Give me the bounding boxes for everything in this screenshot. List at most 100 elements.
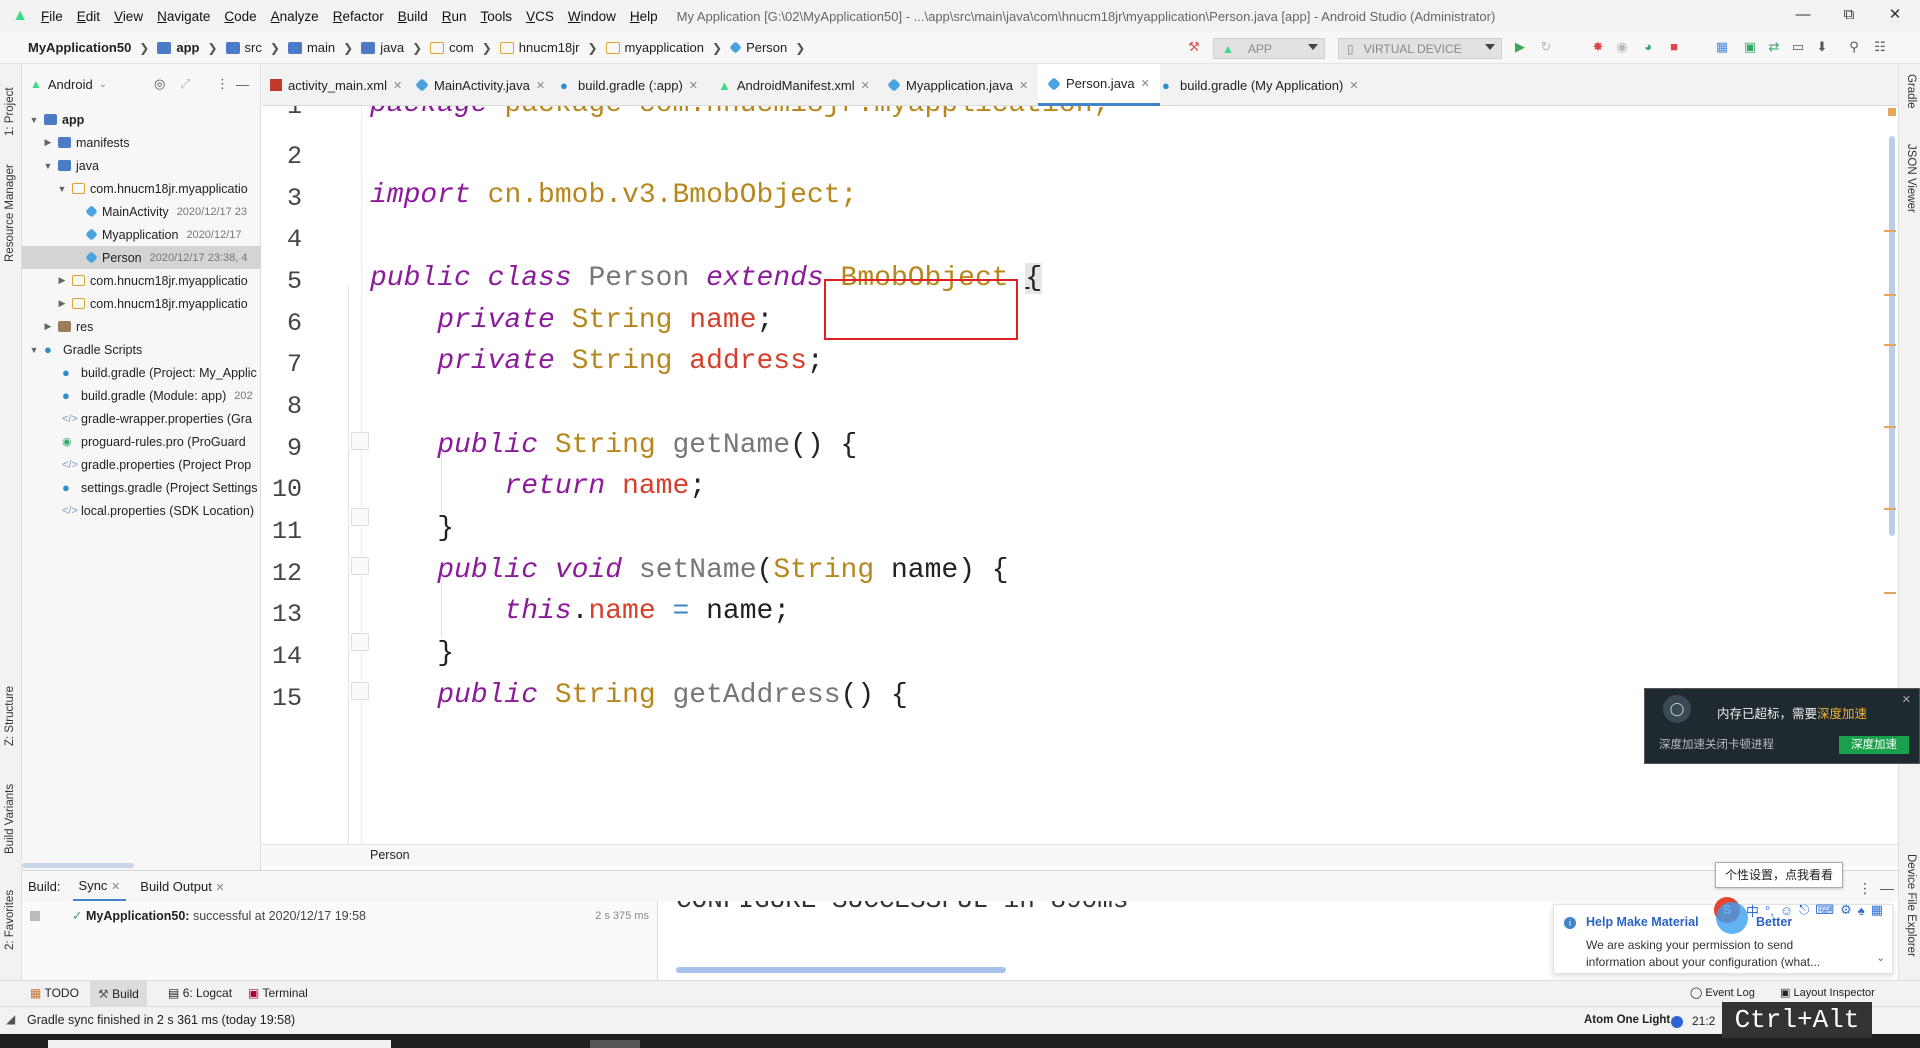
close-icon[interactable]: ✕ bbox=[1902, 693, 1911, 706]
fold-marker-icon[interactable] bbox=[351, 508, 369, 526]
breadcrumb-src[interactable]: src ❯ bbox=[218, 40, 280, 55]
status-message[interactable]: Gradle sync finished in 2 s 361 ms (toda… bbox=[27, 1013, 295, 1027]
minimize-icon[interactable]: — bbox=[1780, 0, 1826, 32]
tree-item-gradle-properties[interactable]: </> gradle.properties (Project Prop bbox=[22, 453, 261, 476]
tree-item-proguard[interactable]: ◉ proguard-rules.pro (ProGuard bbox=[22, 430, 261, 453]
close-tab-icon[interactable]: ✕ bbox=[215, 882, 224, 894]
menu-grid-icon[interactable]: ☷ bbox=[1872, 39, 1888, 55]
close-tab-icon[interactable]: ✕ bbox=[1349, 79, 1358, 92]
hide-panel-icon[interactable]: — bbox=[236, 77, 249, 92]
vertical-scrollbar[interactable] bbox=[1889, 136, 1895, 536]
breadcrumb-main[interactable]: main ❯ bbox=[280, 40, 353, 55]
gradle-tool-tab[interactable]: Gradle bbox=[1905, 74, 1917, 109]
device-file-explorer-tab[interactable]: Device File Explorer bbox=[1905, 854, 1917, 957]
build-button[interactable]: ⚒ Build bbox=[90, 981, 147, 1007]
tab-build-output[interactable]: Build Output ✕ bbox=[140, 879, 224, 894]
horizontal-scrollbar[interactable] bbox=[22, 863, 134, 868]
minimize-panel-icon[interactable]: — bbox=[1880, 880, 1894, 896]
structure-tab[interactable]: Z: Structure bbox=[4, 686, 16, 746]
menu-analyze[interactable]: Analyze bbox=[264, 9, 326, 24]
terminal-icon[interactable]: ▣ bbox=[1742, 39, 1758, 55]
menu-navigate[interactable]: Navigate bbox=[150, 9, 217, 24]
tree-item-settings-gradle[interactable]: ● settings.gradle (Project Settings bbox=[22, 476, 261, 499]
emoji-icon[interactable]: ☺ bbox=[1780, 903, 1793, 918]
sync-result-row[interactable]: ✓ MyApplication50: successful at 2020/12… bbox=[72, 908, 366, 923]
profile-icon[interactable]: ◕ bbox=[1640, 39, 1656, 55]
more-options-icon[interactable]: ⋮ bbox=[1858, 880, 1872, 897]
tab-androidmanifest[interactable]: ▲ AndroidManifest.xml ✕ bbox=[718, 64, 870, 106]
menu-run[interactable]: Run bbox=[435, 9, 474, 24]
close-tab-icon[interactable]: ✕ bbox=[111, 881, 120, 893]
boost-button[interactable]: 深度加速 bbox=[1839, 736, 1909, 754]
tree-item-manifests[interactable]: ▶ manifests bbox=[22, 131, 261, 154]
breadcrumb-project[interactable]: MyApplication50 ❯ bbox=[0, 40, 149, 55]
editor-breadcrumb-class[interactable]: Person bbox=[370, 848, 410, 862]
restore-icon[interactable]: ⧉ bbox=[1826, 0, 1872, 32]
close-tab-icon[interactable]: ✕ bbox=[1141, 77, 1150, 90]
menu-view[interactable]: View bbox=[107, 9, 150, 24]
resource-manager-tab[interactable]: Resource Manager bbox=[4, 164, 16, 262]
menu-refactor[interactable]: Refactor bbox=[326, 9, 391, 24]
more-options-icon[interactable]: ⋮ bbox=[216, 76, 229, 92]
tree-item-build-gradle-module[interactable]: ● build.gradle (Module: app) 202 bbox=[22, 384, 261, 407]
build-variants-tab[interactable]: Build Variants bbox=[4, 784, 16, 854]
warning-marker[interactable] bbox=[1884, 508, 1896, 510]
editor-breadcrumb[interactable]: Person bbox=[262, 844, 1898, 866]
json-viewer-tab[interactable]: JSON Viewer bbox=[1905, 144, 1917, 213]
tree-item-local-properties[interactable]: </> local.properties (SDK Location) bbox=[22, 499, 261, 522]
breadcrumb-java[interactable]: java ❯ bbox=[353, 40, 422, 55]
close-tab-icon[interactable]: ✕ bbox=[1019, 79, 1028, 92]
breadcrumb-app[interactable]: app ❯ bbox=[149, 40, 218, 55]
warning-marker[interactable] bbox=[1884, 294, 1896, 296]
menu-vcs[interactable]: VCS bbox=[519, 9, 561, 24]
tree-item-mainactivity[interactable]: MainActivity 2020/12/17 23 bbox=[22, 200, 261, 223]
run-icon[interactable]: ▶ bbox=[1512, 39, 1528, 55]
tab-build-gradle-app[interactable]: ● build.gradle (:app) ✕ bbox=[560, 64, 698, 106]
project-tool-tab[interactable]: 1: Project bbox=[4, 87, 16, 136]
todo-button[interactable]: ▦ TODO bbox=[30, 986, 79, 1000]
tree-item-build-gradle-project[interactable]: ● build.gradle (Project: My_Applic bbox=[22, 361, 261, 384]
tree-item-package-test[interactable]: ▶ com.hnucm18jr.myapplicatio bbox=[22, 292, 261, 315]
warning-marker[interactable] bbox=[1884, 230, 1896, 232]
stop-icon[interactable]: ■ bbox=[1666, 39, 1682, 55]
tab-activity-main-xml[interactable]: activity_main.xml ✕ bbox=[270, 64, 402, 106]
event-log-button[interactable]: ◯ Event Log bbox=[1690, 986, 1755, 999]
menu-window[interactable]: Window bbox=[561, 9, 623, 24]
tree-item-gradle-wrapper[interactable]: </> gradle-wrapper.properties (Gra bbox=[22, 407, 261, 430]
tree-item-gradle-scripts[interactable]: ▼ ● Gradle Scripts bbox=[22, 338, 261, 361]
sync-gradle-icon[interactable]: ⇄ bbox=[1766, 39, 1782, 55]
tools-icon[interactable]: ⚙ bbox=[1840, 902, 1852, 918]
project-view-select[interactable]: Android bbox=[48, 77, 93, 92]
tab-myapplication-java[interactable]: Myapplication.java ✕ bbox=[887, 64, 1028, 106]
tree-item-person[interactable]: Person 2020/12/17 23:38, 4 bbox=[22, 246, 261, 269]
punctuation-icon[interactable]: °, bbox=[1765, 903, 1774, 918]
hammer-icon[interactable]: ⚒ bbox=[1186, 39, 1202, 55]
device-select[interactable]: ▯ VIRTUAL DEVICE bbox=[1338, 38, 1502, 59]
apply-changes-icon[interactable]: ↻ bbox=[1538, 39, 1554, 55]
taskbar-item[interactable] bbox=[590, 1040, 640, 1048]
tree-item-app[interactable]: ▼ app bbox=[22, 108, 261, 131]
fold-marker-icon[interactable] bbox=[351, 557, 369, 575]
locate-icon[interactable]: ◎ bbox=[154, 76, 165, 92]
skin-icon[interactable]: ♠ bbox=[1858, 903, 1865, 918]
run-configuration-select[interactable]: ▲ APP bbox=[1213, 38, 1325, 59]
tab-mainactivity-java[interactable]: MainActivity.java ✕ bbox=[415, 64, 545, 106]
warning-marker[interactable] bbox=[1884, 344, 1896, 346]
close-tab-icon[interactable]: ✕ bbox=[689, 79, 698, 92]
tree-item-java[interactable]: ▼ java bbox=[22, 154, 261, 177]
tree-item-package-android-test[interactable]: ▶ com.hnucm18jr.myapplicatio bbox=[22, 269, 261, 292]
fold-marker-icon[interactable] bbox=[351, 633, 369, 651]
warning-marker[interactable] bbox=[1884, 426, 1896, 428]
debug-icon[interactable]: ✸ bbox=[1590, 39, 1606, 55]
search-icon[interactable]: ⚲ bbox=[1846, 39, 1862, 55]
breadcrumb-com[interactable]: com ❯ bbox=[422, 40, 492, 55]
inspection-status-icon[interactable] bbox=[1888, 108, 1896, 116]
fold-marker-icon[interactable] bbox=[351, 432, 369, 450]
tree-item-res[interactable]: ▶ res bbox=[22, 315, 261, 338]
cursor-position[interactable]: 21:2 bbox=[1692, 1014, 1715, 1028]
terminal-button[interactable]: ▣ Terminal bbox=[248, 986, 308, 1000]
tree-item-myapplication[interactable]: Myapplication 2020/12/17 bbox=[22, 223, 261, 246]
breadcrumb-myapplication[interactable]: myapplication ❯ bbox=[598, 40, 722, 55]
collapse-all-icon[interactable]: ⤢ bbox=[180, 76, 190, 92]
sdk-manager-icon[interactable]: ⬇ bbox=[1814, 39, 1830, 55]
